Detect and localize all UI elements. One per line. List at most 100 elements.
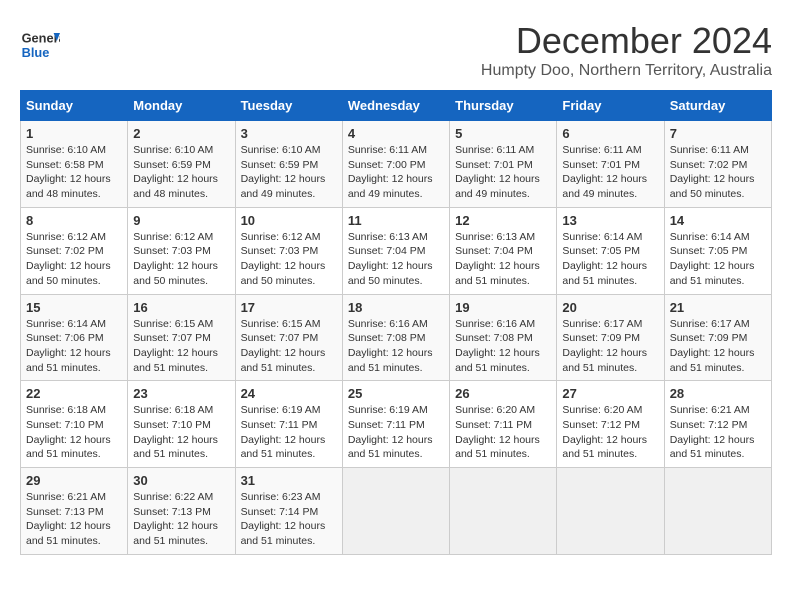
day-info: Sunrise: 6:22 AMSunset: 7:13 PMDaylight:…: [133, 490, 229, 549]
calendar-header-row: SundayMondayTuesdayWednesdayThursdayFrid…: [21, 91, 772, 121]
day-number: 23: [133, 386, 229, 401]
calendar-table: SundayMondayTuesdayWednesdayThursdayFrid…: [20, 90, 772, 555]
day-info: Sunrise: 6:19 AMSunset: 7:11 PMDaylight:…: [348, 403, 444, 462]
day-number: 21: [670, 300, 766, 315]
calendar-cell: 28 Sunrise: 6:21 AMSunset: 7:12 PMDayligh…: [664, 381, 771, 468]
calendar-cell: 5Sunrise: 6:11 AMSunset: 7:01 PMDaylight…: [450, 121, 557, 208]
calendar-cell: [342, 468, 449, 555]
svg-text:Blue: Blue: [22, 45, 50, 60]
calendar-cell: 19Sunrise: 6:16 AMSunset: 7:08 PMDayligh…: [450, 294, 557, 381]
day-number: 19: [455, 300, 551, 315]
day-number: 4: [348, 126, 444, 141]
day-number: 27: [562, 386, 658, 401]
day-header-tuesday: Tuesday: [235, 91, 342, 121]
day-info: Sunrise: 6:21 AMSunset: 7:13 PMDaylight:…: [26, 490, 122, 549]
day-header-friday: Friday: [557, 91, 664, 121]
calendar-week-row: 29 Sunrise: 6:21 AMSunset: 7:13 PMDayligh…: [21, 468, 772, 555]
day-header-thursday: Thursday: [450, 91, 557, 121]
day-number: 24: [241, 386, 337, 401]
calendar-cell: 14Sunrise: 6:14 AMSunset: 7:05 PMDayligh…: [664, 207, 771, 294]
calendar-cell: [664, 468, 771, 555]
day-info: Sunrise: 6:10 AMSunset: 6:59 PMDaylight:…: [133, 143, 229, 202]
day-number: 16: [133, 300, 229, 315]
day-number: 17: [241, 300, 337, 315]
calendar-cell: 16 Sunrise: 6:15 AMSunset: 7:07 PMDayligh…: [128, 294, 235, 381]
logo-icon: General Blue: [20, 25, 60, 65]
calendar-cell: 30Sunrise: 6:22 AMSunset: 7:13 PMDayligh…: [128, 468, 235, 555]
day-info: Sunrise: 6:18 AMSunset: 7:10 PMDaylight:…: [26, 403, 122, 462]
calendar-cell: 24 Sunrise: 6:19 AMSunset: 7:11 PMDayligh…: [235, 381, 342, 468]
day-info: Sunrise: 6:19 AMSunset: 7:11 PMDaylight:…: [241, 403, 337, 462]
day-number: 10: [241, 213, 337, 228]
calendar-cell: 25 Sunrise: 6:19 AMSunset: 7:11 PMDayligh…: [342, 381, 449, 468]
day-info: Sunrise: 6:11 AMSunset: 7:01 PMDaylight:…: [562, 143, 658, 202]
calendar-cell: 29 Sunrise: 6:21 AMSunset: 7:13 PMDayligh…: [21, 468, 128, 555]
day-number: 20: [562, 300, 658, 315]
day-number: 28: [670, 386, 766, 401]
title-area: December 2024 Humpty Doo, Northern Terri…: [481, 20, 772, 80]
day-number: 2: [133, 126, 229, 141]
calendar-week-row: 1 Sunrise: 6:10 AMSunset: 6:58 PMDaylight…: [21, 121, 772, 208]
calendar-cell: 12Sunrise: 6:13 AMSunset: 7:04 PMDayligh…: [450, 207, 557, 294]
day-number: 11: [348, 213, 444, 228]
month-title: December 2024: [481, 20, 772, 62]
day-header-sunday: Sunday: [21, 91, 128, 121]
day-info: Sunrise: 6:14 AMSunset: 7:06 PMDaylight:…: [26, 317, 122, 376]
day-info: Sunrise: 6:15 AMSunset: 7:07 PMDaylight:…: [133, 317, 229, 376]
calendar-cell: 1 Sunrise: 6:10 AMSunset: 6:58 PMDaylight…: [21, 121, 128, 208]
day-info: Sunrise: 6:20 AMSunset: 7:12 PMDaylight:…: [562, 403, 658, 462]
day-info: Sunrise: 6:10 AMSunset: 6:58 PMDaylight:…: [26, 143, 122, 202]
calendar-cell: 13 Sunrise: 6:14 AMSunset: 7:05 PMDayligh…: [557, 207, 664, 294]
day-info: Sunrise: 6:13 AMSunset: 7:04 PMDaylight:…: [348, 230, 444, 289]
calendar-week-row: 22Sunrise: 6:18 AMSunset: 7:10 PMDayligh…: [21, 381, 772, 468]
day-header-monday: Monday: [128, 91, 235, 121]
calendar-cell: 6Sunrise: 6:11 AMSunset: 7:01 PMDaylight…: [557, 121, 664, 208]
day-info: Sunrise: 6:20 AMSunset: 7:11 PMDaylight:…: [455, 403, 551, 462]
calendar-cell: 9 Sunrise: 6:12 AMSunset: 7:03 PMDaylight…: [128, 207, 235, 294]
day-info: Sunrise: 6:11 AMSunset: 7:00 PMDaylight:…: [348, 143, 444, 202]
day-header-saturday: Saturday: [664, 91, 771, 121]
calendar-cell: 27 Sunrise: 6:20 AMSunset: 7:12 PMDayligh…: [557, 381, 664, 468]
day-info: Sunrise: 6:16 AMSunset: 7:08 PMDaylight:…: [348, 317, 444, 376]
calendar-cell: 20Sunrise: 6:17 AMSunset: 7:09 PMDayligh…: [557, 294, 664, 381]
day-number: 1: [26, 126, 122, 141]
day-info: Sunrise: 6:11 AMSunset: 7:02 PMDaylight:…: [670, 143, 766, 202]
day-info: Sunrise: 6:13 AMSunset: 7:04 PMDaylight:…: [455, 230, 551, 289]
calendar-cell: 23 Sunrise: 6:18 AMSunset: 7:10 PMDayligh…: [128, 381, 235, 468]
day-info: Sunrise: 6:15 AMSunset: 7:07 PMDaylight:…: [241, 317, 337, 376]
day-info: Sunrise: 6:17 AMSunset: 7:09 PMDaylight:…: [670, 317, 766, 376]
day-info: Sunrise: 6:18 AMSunset: 7:10 PMDaylight:…: [133, 403, 229, 462]
calendar-cell: 4 Sunrise: 6:11 AMSunset: 7:00 PMDaylight…: [342, 121, 449, 208]
day-info: Sunrise: 6:12 AMSunset: 7:03 PMDaylight:…: [133, 230, 229, 289]
calendar-cell: 10Sunrise: 6:12 AMSunset: 7:03 PMDayligh…: [235, 207, 342, 294]
calendar-week-row: 8Sunrise: 6:12 AMSunset: 7:02 PMDaylight…: [21, 207, 772, 294]
day-number: 31: [241, 473, 337, 488]
day-number: 29: [26, 473, 122, 488]
calendar-cell: [450, 468, 557, 555]
subtitle: Humpty Doo, Northern Territory, Australi…: [481, 62, 772, 80]
day-number: 9: [133, 213, 229, 228]
calendar-cell: 15Sunrise: 6:14 AMSunset: 7:06 PMDayligh…: [21, 294, 128, 381]
day-number: 25: [348, 386, 444, 401]
day-info: Sunrise: 6:14 AMSunset: 7:05 PMDaylight:…: [670, 230, 766, 289]
calendar-cell: [557, 468, 664, 555]
logo: General Blue: [20, 25, 65, 65]
day-number: 3: [241, 126, 337, 141]
day-number: 5: [455, 126, 551, 141]
svg-text:General: General: [22, 31, 60, 46]
calendar-week-row: 15Sunrise: 6:14 AMSunset: 7:06 PMDayligh…: [21, 294, 772, 381]
day-number: 26: [455, 386, 551, 401]
calendar-cell: 2 Sunrise: 6:10 AMSunset: 6:59 PMDaylight…: [128, 121, 235, 208]
calendar-cell: 18Sunrise: 6:16 AMSunset: 7:08 PMDayligh…: [342, 294, 449, 381]
day-number: 8: [26, 213, 122, 228]
calendar-cell: 22Sunrise: 6:18 AMSunset: 7:10 PMDayligh…: [21, 381, 128, 468]
calendar-cell: 26 Sunrise: 6:20 AMSunset: 7:11 PMDayligh…: [450, 381, 557, 468]
calendar-cell: 7 Sunrise: 6:11 AMSunset: 7:02 PMDaylight…: [664, 121, 771, 208]
day-number: 13: [562, 213, 658, 228]
day-info: Sunrise: 6:21 AMSunset: 7:12 PMDaylight:…: [670, 403, 766, 462]
calendar-cell: 3 Sunrise: 6:10 AMSunset: 6:59 PMDaylight…: [235, 121, 342, 208]
day-info: Sunrise: 6:23 AMSunset: 7:14 PMDaylight:…: [241, 490, 337, 549]
day-info: Sunrise: 6:10 AMSunset: 6:59 PMDaylight:…: [241, 143, 337, 202]
day-number: 7: [670, 126, 766, 141]
day-info: Sunrise: 6:14 AMSunset: 7:05 PMDaylight:…: [562, 230, 658, 289]
